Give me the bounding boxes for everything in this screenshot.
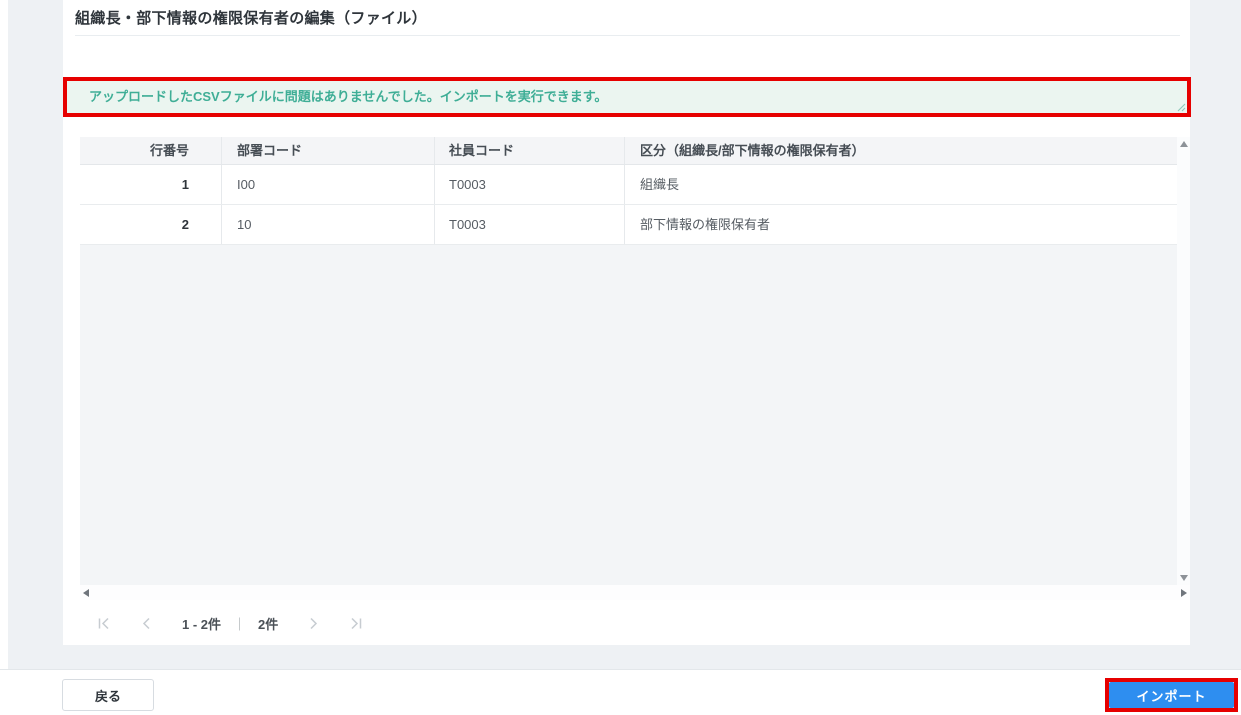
cell-emp-code: T0003 <box>435 165 625 204</box>
pagination-bar: 1 - 2件 ｜ 2件 <box>80 601 1173 645</box>
table-row: 1 I00 T0003 組織長 <box>80 165 1177 205</box>
cell-row-number: 1 <box>80 165 222 204</box>
cell-dept-code: I00 <box>222 165 435 204</box>
cell-category: 部下情報の権限保有者 <box>640 217 771 232</box>
pagination-status: 1 - 2件 ｜ 2件 <box>182 614 278 633</box>
last-page-icon[interactable] <box>349 616 364 631</box>
page-left-edge <box>0 0 8 715</box>
preview-table: 行番号 部署コード 社員コード 区分（組織長/部下情報の権限保有者） 1 I00… <box>80 137 1190 585</box>
scroll-down-icon[interactable] <box>1179 575 1188 581</box>
cell-emp-code: T0003 <box>435 205 625 244</box>
cell-row-number: 2 <box>80 205 222 244</box>
prev-page-icon[interactable] <box>139 616 154 631</box>
column-header-emp-code: 社員コード <box>435 137 625 164</box>
import-button[interactable]: インポート <box>1109 682 1234 708</box>
footer-bar: 戻る インポート <box>0 669 1241 715</box>
pagination-total: 2件 <box>258 616 279 632</box>
pagination-separator: ｜ <box>233 616 247 632</box>
scroll-left-icon[interactable] <box>83 588 89 597</box>
scroll-up-icon[interactable] <box>1179 141 1188 147</box>
page-title: 組織長・部下情報の権限保有者の編集（ファイル） <box>75 0 1180 36</box>
import-preview-page: 組織長・部下情報の権限保有者の編集（ファイル） アップロードしたCSVファイルに… <box>0 0 1241 715</box>
horizontal-scrollbar[interactable] <box>80 585 1190 600</box>
preview-table-grid: 行番号 部署コード 社員コード 区分（組織長/部下情報の権限保有者） 1 I00… <box>80 137 1177 245</box>
back-button[interactable]: 戻る <box>62 679 154 711</box>
table-row: 2 10 T0003 部下情報の権限保有者 <box>80 205 1177 245</box>
next-page-icon[interactable] <box>306 616 321 631</box>
table-header-row: 行番号 部署コード 社員コード 区分（組織長/部下情報の権限保有者） <box>80 137 1177 165</box>
column-header-dept-code: 部署コード <box>222 137 435 164</box>
success-message-box: アップロードしたCSVファイルに問題はありませんでした。インポートを実行できます… <box>67 81 1187 113</box>
column-header-category: 区分（組織長/部下情報の権限保有者） <box>640 143 865 158</box>
cell-dept-code: 10 <box>222 205 435 244</box>
vertical-scrollbar[interactable] <box>1177 137 1190 585</box>
scroll-right-icon[interactable] <box>1181 588 1187 597</box>
cell-category: 組織長 <box>640 177 680 192</box>
resize-grip-icon[interactable] <box>1177 103 1186 112</box>
column-header-row-number: 行番号 <box>80 137 222 164</box>
pagination-range: 1 - 2件 <box>182 616 222 632</box>
import-button-annotation: インポート <box>1105 678 1238 712</box>
first-page-icon[interactable] <box>96 616 111 631</box>
success-message-text: アップロードしたCSVファイルに問題はありませんでした。インポートを実行できます… <box>89 89 608 104</box>
success-message-annotation: アップロードしたCSVファイルに問題はありませんでした。インポートを実行できます… <box>63 77 1191 117</box>
content-card: 組織長・部下情報の権限保有者の編集（ファイル） アップロードしたCSVファイルに… <box>63 0 1191 645</box>
